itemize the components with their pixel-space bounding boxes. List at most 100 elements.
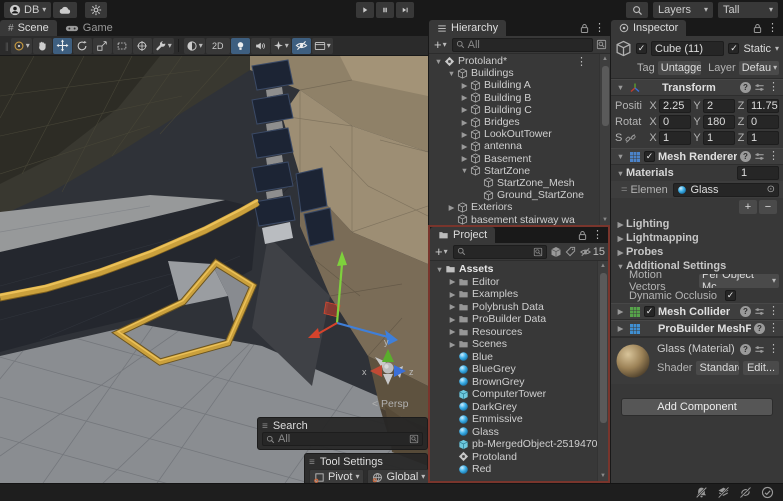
scene-viewport[interactable]: x z y < Persp ≡ Search All ≡ Tool Settin… (0, 56, 428, 483)
tree-item[interactable]: ▶ Exteriors (429, 201, 599, 213)
tab-scene[interactable]: # Scene (0, 20, 57, 36)
add-component-button[interactable]: Add Component (621, 398, 773, 416)
static-checkbox[interactable]: ✓ (728, 43, 739, 54)
tree-item[interactable]: ▶ Building A (429, 79, 599, 91)
tree-item[interactable]: Ground_StartZone (429, 189, 599, 201)
rotation-x-field[interactable]: 0 (659, 115, 691, 129)
component-enabled-checkbox[interactable]: ✓ (644, 306, 655, 317)
foldout-arrow-icon[interactable]: ▶ (459, 154, 470, 163)
preset-icon[interactable] (754, 151, 765, 162)
remove-material-button[interactable]: − (759, 200, 777, 214)
menu-kebab-icon[interactable]: ⋮ (767, 23, 778, 34)
label-tag-icon[interactable] (565, 246, 576, 257)
asset-item[interactable]: ComputerTower (430, 388, 597, 401)
asset-item[interactable]: ▶ ProBuilder Data (430, 313, 597, 326)
foldout-arrow-icon[interactable]: ▶ (459, 130, 470, 139)
item-menu-kebab-icon[interactable]: ⋮ (576, 55, 587, 67)
material-element-row[interactable]: = Elemen Glass ⊙ (611, 181, 783, 198)
scene-search-input[interactable]: All (262, 432, 423, 446)
lock-icon[interactable] (580, 23, 589, 34)
asset-item[interactable]: Protoland (430, 451, 597, 464)
asset-item[interactable]: ▼ Assets (430, 263, 597, 276)
transform-tool-button[interactable] (133, 38, 152, 54)
foldout-arrow-icon[interactable]: ▼ (615, 169, 626, 178)
asset-item[interactable]: ▶ Scenes (430, 338, 597, 351)
foldout-arrow-icon[interactable]: ▶ (615, 324, 626, 333)
foldout-arrow-icon[interactable]: ▼ (459, 166, 470, 175)
position-y-field[interactable]: 2 (703, 99, 735, 113)
menu-kebab-icon[interactable]: ⋮ (768, 306, 779, 317)
scale-x-field[interactable]: 1 (659, 131, 691, 145)
tree-item[interactable]: ▶ Basement (429, 153, 599, 165)
sync-disabled-icon[interactable] (739, 486, 752, 499)
audio-toggle-button[interactable] (251, 38, 270, 54)
package-icon[interactable] (550, 246, 562, 258)
foldout-arrow-icon[interactable]: ▶ (447, 340, 458, 349)
hidden-count-toggle[interactable]: 15 (579, 246, 605, 258)
tree-item[interactable]: ▶ Building B (429, 92, 599, 104)
preset-icon[interactable] (754, 306, 765, 317)
tree-item[interactable]: ▶ Bridges (429, 116, 599, 128)
tab-project[interactable]: Project (430, 227, 495, 243)
collab-disabled-icon[interactable] (717, 486, 730, 499)
rotate-tool-button[interactable] (73, 38, 92, 54)
drag-handle-icon[interactable]: ≡ (309, 457, 315, 468)
menu-kebab-icon[interactable]: ⋮ (768, 82, 779, 93)
tab-inspector[interactable]: Inspector (611, 20, 686, 36)
shading-mode-dropdown[interactable]: ▾ (184, 38, 205, 54)
materials-row[interactable]: ▼ Materials 1 (611, 165, 783, 181)
pause-button[interactable] (376, 2, 394, 18)
mesh-collider-header[interactable]: ▶ ✓ Mesh Collider ? ⋮ (611, 303, 783, 320)
scale-y-field[interactable]: 1 (703, 131, 735, 145)
transform-header[interactable]: ▼ Transform ? ⋮ (611, 79, 783, 96)
menu-kebab-icon[interactable]: ⋮ (592, 230, 603, 241)
help-icon[interactable]: ? (740, 82, 751, 93)
notifications-muted-icon[interactable] (695, 486, 708, 499)
status-ok-icon[interactable] (761, 486, 774, 499)
help-icon[interactable]: ? (740, 306, 751, 317)
shader-dropdown[interactable]: Standard▾ (696, 361, 739, 375)
cloud-button[interactable] (53, 2, 77, 18)
menu-kebab-icon[interactable]: ⋮ (594, 23, 605, 34)
asset-item[interactable]: Emmissive (430, 413, 597, 426)
link-slash-icon[interactable] (625, 133, 636, 144)
help-icon[interactable]: ? (740, 344, 751, 355)
help-icon[interactable]: ? (740, 151, 751, 162)
foldout-arrow-icon[interactable]: ▶ (447, 315, 458, 324)
toolbar-grip[interactable]: || (3, 41, 10, 51)
hand-tool-button[interactable] (33, 38, 52, 54)
component-enabled-checkbox[interactable]: ✓ (644, 151, 655, 162)
2d-toggle-button[interactable]: 2D (206, 38, 230, 54)
foldout-arrow-icon[interactable]: ▶ (615, 307, 626, 316)
probuilder-meshfilter-header[interactable]: ▶ ProBuilder MeshFilter ? ⋮ (611, 320, 783, 337)
asset-item[interactable]: BlueGrey (430, 363, 597, 376)
motion-vectors-dropdown[interactable]: Per Object Mc▾ (699, 274, 779, 288)
foldout-arrow-icon[interactable]: ▼ (615, 83, 626, 92)
tag-dropdown[interactable]: Untagge▾ (658, 61, 701, 75)
search-in-window-icon[interactable] (533, 247, 543, 257)
hierarchy-scrollbar[interactable]: ▲▼ (599, 54, 610, 225)
foldout-arrow-icon[interactable]: ▶ (447, 327, 458, 336)
lighting-toggle-button[interactable] (231, 38, 250, 54)
foldout-arrow-icon[interactable]: ▶ (459, 93, 470, 102)
lighting-foldout[interactable]: ▶Lighting (611, 217, 783, 231)
tab-hierarchy[interactable]: Hierarchy (429, 20, 506, 36)
lock-icon[interactable] (753, 23, 762, 34)
services-button[interactable] (85, 2, 107, 18)
object-picker-icon[interactable]: ⊙ (767, 184, 775, 195)
create-dropdown[interactable]: +▾ (433, 244, 450, 259)
element-material-field[interactable]: Glass ⊙ (673, 183, 779, 197)
drag-handle-icon[interactable]: ≡ (262, 421, 268, 432)
foldout-arrow-icon[interactable]: ▶ (446, 203, 457, 212)
tree-item[interactable]: ▼ StartZone (429, 165, 599, 177)
lightmapping-foldout[interactable]: ▶Lightmapping (611, 231, 783, 245)
position-x-field[interactable]: 2.25 (659, 99, 691, 113)
foldout-arrow-icon[interactable]: ▼ (446, 69, 457, 78)
layout-dropdown[interactable]: Tall ▾ (718, 2, 778, 18)
hierarchy-search-input[interactable]: All (452, 38, 593, 52)
effects-dropdown[interactable]: ▾ (271, 38, 291, 54)
search-in-window-icon[interactable] (596, 39, 607, 50)
foldout-arrow-icon[interactable]: ▶ (459, 118, 470, 127)
layers-dropdown[interactable]: Layers ▾ (653, 2, 713, 18)
foldout-arrow-icon[interactable]: ▶ (447, 302, 458, 311)
